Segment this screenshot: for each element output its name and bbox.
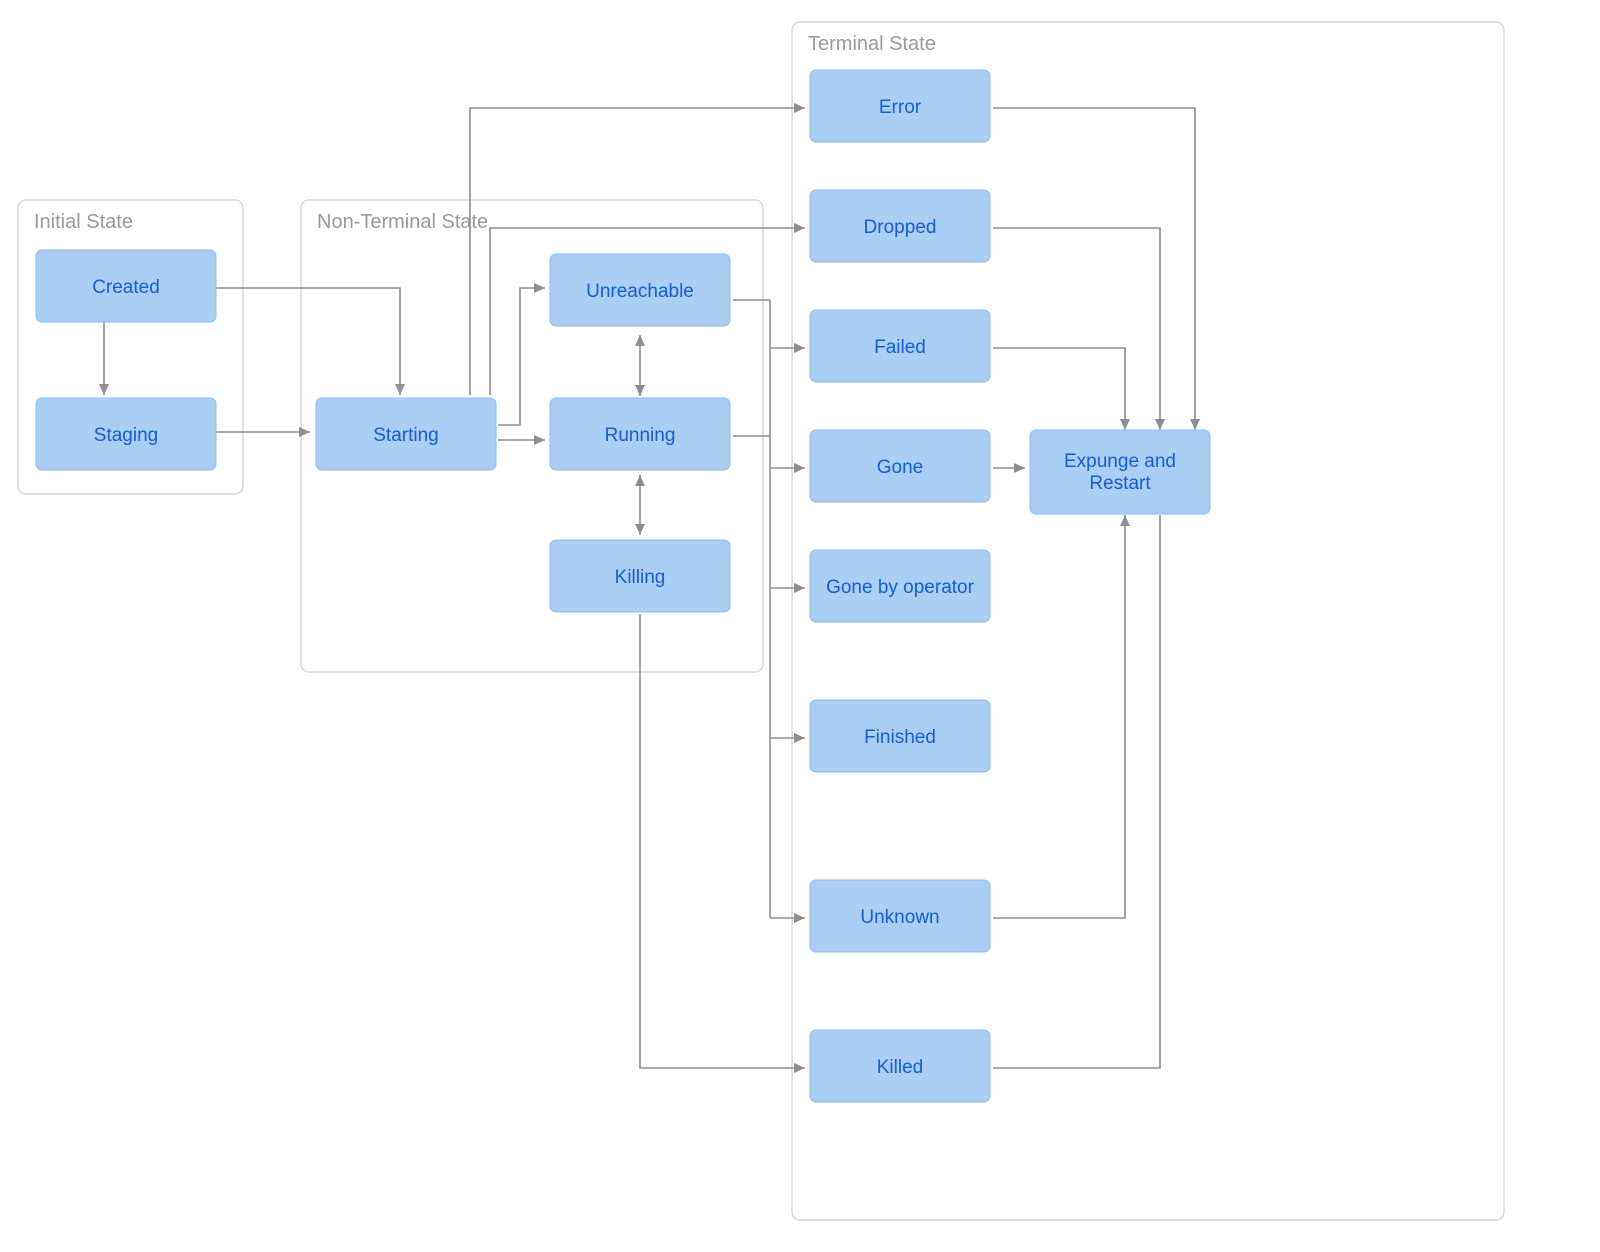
node-expunge-and-restart: Expunge andRestart xyxy=(1030,430,1210,514)
node-killing: Killing xyxy=(550,540,730,612)
svg-text:Starting: Starting xyxy=(373,425,438,446)
svg-text:Created: Created xyxy=(92,277,160,298)
edge-starting-unreachable xyxy=(498,288,545,425)
edge-dropped-expunge xyxy=(993,228,1160,430)
node-unknown: Unknown xyxy=(810,880,990,952)
node-created: Created xyxy=(36,250,216,322)
svg-text:Unknown: Unknown xyxy=(860,907,939,928)
node-error: Error xyxy=(810,70,990,142)
svg-text:Killing: Killing xyxy=(615,567,666,588)
group-terminal-label: Terminal State xyxy=(808,33,936,55)
svg-text:Dropped: Dropped xyxy=(864,217,937,238)
svg-text:Gone: Gone xyxy=(877,457,923,478)
svg-text:Staging: Staging xyxy=(94,425,158,446)
node-killed: Killed xyxy=(810,1030,990,1102)
node-running: Running xyxy=(550,398,730,470)
svg-text:Failed: Failed xyxy=(874,337,926,358)
edge-error-expunge xyxy=(993,108,1195,430)
node-unreachable: Unreachable xyxy=(550,254,730,326)
svg-text:Finished: Finished xyxy=(864,727,936,748)
node-gonebyop: Gone by operator xyxy=(810,550,990,622)
group-nonterminal-label: Non-Terminal State xyxy=(317,211,488,233)
group-initial-label: Initial State xyxy=(34,211,133,233)
node-starting: Starting xyxy=(316,398,496,470)
node-dropped: Dropped xyxy=(810,190,990,262)
edge-killing-killed xyxy=(640,614,805,1068)
svg-text:Error: Error xyxy=(879,97,922,118)
node-failed: Failed xyxy=(810,310,990,382)
edge-killed-expunge xyxy=(993,515,1160,1068)
node-staging: Staging xyxy=(36,398,216,470)
edge-failed-expunge xyxy=(993,348,1125,430)
node-finished: Finished xyxy=(810,700,990,772)
svg-text:Killed: Killed xyxy=(877,1057,923,1078)
edge-unknown-expunge xyxy=(993,515,1125,918)
state-diagram: Initial State Non-Terminal State Termina… xyxy=(0,0,1600,1252)
svg-text:Unreachable: Unreachable xyxy=(586,281,694,302)
svg-text:Running: Running xyxy=(605,425,676,446)
svg-text:Gone by operator: Gone by operator xyxy=(826,577,975,598)
node-gone: Gone xyxy=(810,430,990,502)
